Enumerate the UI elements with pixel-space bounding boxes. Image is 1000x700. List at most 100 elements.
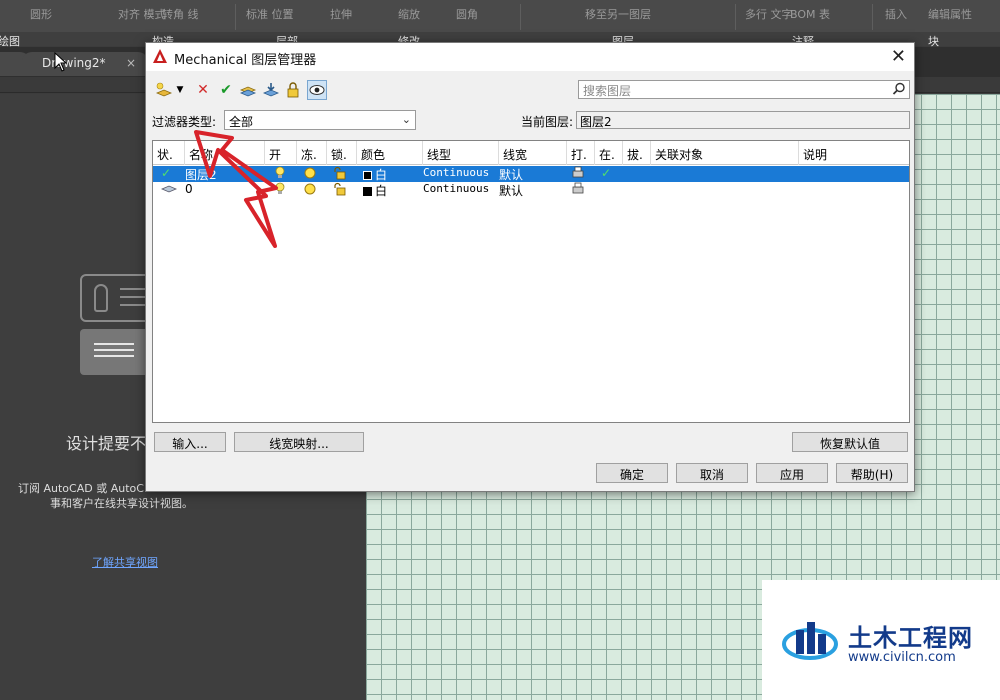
current-layer-check-icon: ✓ <box>161 166 172 180</box>
help-button[interactable]: 帮助(H) <box>836 463 908 483</box>
tab-drawing2[interactable]: Drawing2* × <box>22 52 148 76</box>
filter-type-label: 过滤器类型: <box>152 115 217 129</box>
lineweight-map-button[interactable]: 线宽映射... <box>234 432 364 452</box>
visibility-eye-icon[interactable] <box>307 80 327 100</box>
ribbon-tool-edit-attributes[interactable]: 编辑属性 <box>928 6 972 22</box>
current-layer-value: 图层2 <box>576 111 910 129</box>
column-freeze[interactable]: 冻. <box>297 141 327 165</box>
ribbon-separator <box>735 4 736 30</box>
printer-icon[interactable] <box>567 182 585 198</box>
person-icon <box>94 284 108 312</box>
ribbon-separator <box>872 4 873 30</box>
column-extract[interactable]: 拔. <box>623 141 651 165</box>
ribbon-separator <box>520 4 521 30</box>
current-layer-label: 当前图层: <box>521 115 574 129</box>
ok-button[interactable]: 确定 <box>596 463 668 483</box>
mouse-cursor-icon <box>54 52 68 72</box>
layer-walk-icon[interactable] <box>261 80 281 100</box>
column-associated-objects[interactable]: 关联对象 <box>651 141 799 165</box>
close-icon[interactable]: × <box>126 56 136 70</box>
delete-layer-icon[interactable]: ✕ <box>193 80 213 100</box>
layer-manager-dialog: Mechanical 图层管理器 ✕ ▼ ✕ ✔ 搜索图层 过滤器类型: 全部 … <box>145 42 915 492</box>
lightbulb-on-icon[interactable] <box>271 182 285 198</box>
layer-name[interactable]: 图层2 <box>181 166 217 182</box>
layer-list-header: 状. 名称 开 冻. 锁. 颜色 线型 线宽 打. 在. 拔. 关联对象 说明 <box>153 141 909 165</box>
color-swatch <box>363 171 372 180</box>
layer-row[interactable]: 0 白 Continuous 默认 <box>153 182 909 198</box>
watermark: 土木工程网 www.civilcn.com <box>762 580 1000 700</box>
new-layer-icon[interactable] <box>154 80 174 100</box>
column-linetype[interactable]: 线型 <box>423 141 499 165</box>
ribbon-tool-fillet[interactable]: 圆角 <box>456 6 478 22</box>
ribbon-separator <box>235 4 236 30</box>
ribbon-tool-bom[interactable]: BOM 表 <box>790 6 830 22</box>
layer-list: 状. 名称 开 冻. 锁. 颜色 线型 线宽 打. 在. 拔. 关联对象 说明 … <box>152 140 910 423</box>
ribbon-tool-align-mode[interactable]: 对齐 模式 <box>118 6 166 22</box>
ribbon-tool-insert[interactable]: 插入 <box>885 6 907 22</box>
column-plot[interactable]: 打. <box>567 141 595 165</box>
search-icon[interactable] <box>892 82 906 96</box>
column-status[interactable]: 状. <box>153 141 185 165</box>
search-layers-input[interactable]: 搜索图层 <box>578 80 910 99</box>
column-in-use[interactable]: 在. <box>595 141 623 165</box>
filter-type-value: 全部 <box>229 115 254 129</box>
color-swatch <box>363 187 372 196</box>
column-lineweight[interactable]: 线宽 <box>499 141 567 165</box>
document-icon <box>80 329 150 375</box>
unlocked-padlock-icon[interactable] <box>329 166 347 182</box>
layer-linetype[interactable]: Continuous <box>419 166 489 182</box>
layer-linetype[interactable]: Continuous <box>419 182 489 198</box>
learn-shared-views-link[interactable]: 了解共享视图 <box>92 554 158 570</box>
ribbon-tool-mtext[interactable]: 多行 文字 <box>745 6 793 22</box>
watermark-name: 土木工程网 <box>848 624 973 652</box>
layer-states-icon[interactable] <box>238 80 258 100</box>
column-color[interactable]: 颜色 <box>357 141 423 165</box>
lock-layer-icon[interactable] <box>284 80 304 100</box>
start-panel-title: 设计提要不 <box>66 434 147 453</box>
ribbon-tool-corner-line[interactable]: 转角 线 <box>162 6 199 22</box>
layer-row-selected[interactable]: ✓ 图层2 白 Continuous 默认 ✓ <box>153 166 909 182</box>
set-current-icon[interactable]: ✔ <box>216 80 236 100</box>
dialog-title: Mechanical 图层管理器 <box>174 53 317 68</box>
printer-icon[interactable] <box>567 166 585 182</box>
in-use-check-icon: ✓ <box>601 166 612 180</box>
layer-color[interactable]: 白 <box>359 166 387 182</box>
tab-label: Drawing2* <box>42 56 106 70</box>
color-label: 白 <box>375 184 388 198</box>
column-description[interactable]: 说明 <box>799 141 909 165</box>
dropdown-arrow-icon[interactable]: ▼ <box>174 80 186 100</box>
ribbon-tool-circle[interactable]: 圆形 <box>30 6 52 22</box>
layer-stack-icon <box>157 182 178 198</box>
chevron-down-icon: ⌄ <box>401 113 411 126</box>
ribbon-tool-stretch[interactable]: 拉伸 <box>330 6 352 22</box>
ribbon-tool-scale[interactable]: 缩放 <box>398 6 420 22</box>
cancel-button[interactable]: 取消 <box>676 463 748 483</box>
layer-color[interactable]: 白 <box>359 182 387 198</box>
close-icon[interactable]: ✕ <box>891 46 906 67</box>
layer-lineweight[interactable]: 默认 <box>495 166 523 182</box>
layer-lineweight[interactable]: 默认 <box>495 182 523 198</box>
column-lock[interactable]: 锁. <box>327 141 357 165</box>
watermark-url: www.civilcn.com <box>848 650 956 665</box>
column-name[interactable]: 名称 <box>185 141 265 165</box>
unlocked-padlock-icon[interactable] <box>329 182 347 198</box>
ribbon-tool-standard-position[interactable]: 标准 位置 <box>246 6 294 22</box>
apply-button[interactable]: 应用 <box>756 463 828 483</box>
autocad-logo-icon <box>153 49 167 63</box>
column-on[interactable]: 开 <box>265 141 297 165</box>
ribbon-tool-move-to-layer[interactable]: 移至另一图层 <box>585 6 651 22</box>
start-panel-description: 订阅 AutoCAD 或 AutoC <box>18 482 144 495</box>
dialog-titlebar[interactable]: Mechanical 图层管理器 ✕ <box>146 43 914 71</box>
filter-type-select[interactable]: 全部 ⌄ <box>224 110 416 130</box>
lightbulb-on-icon[interactable] <box>271 166 285 182</box>
import-button[interactable]: 输入... <box>154 432 226 452</box>
color-label: 白 <box>375 168 388 182</box>
civil-engineering-logo-icon <box>782 622 838 660</box>
search-placeholder: 搜索图层 <box>583 84 632 98</box>
layer-name[interactable]: 0 <box>181 182 193 198</box>
sun-thaw-icon[interactable] <box>299 166 317 182</box>
restore-default-button[interactable]: 恢复默认值 <box>792 432 908 452</box>
sun-thaw-icon[interactable] <box>299 182 317 198</box>
ribbon: 圆形 对齐 模式 转角 线 标准 位置 拉伸 缩放 圆角 移至另一图层 多行 文… <box>0 0 1000 48</box>
start-panel-description-2: 事和客户在线共享设计视图。 <box>50 497 193 510</box>
